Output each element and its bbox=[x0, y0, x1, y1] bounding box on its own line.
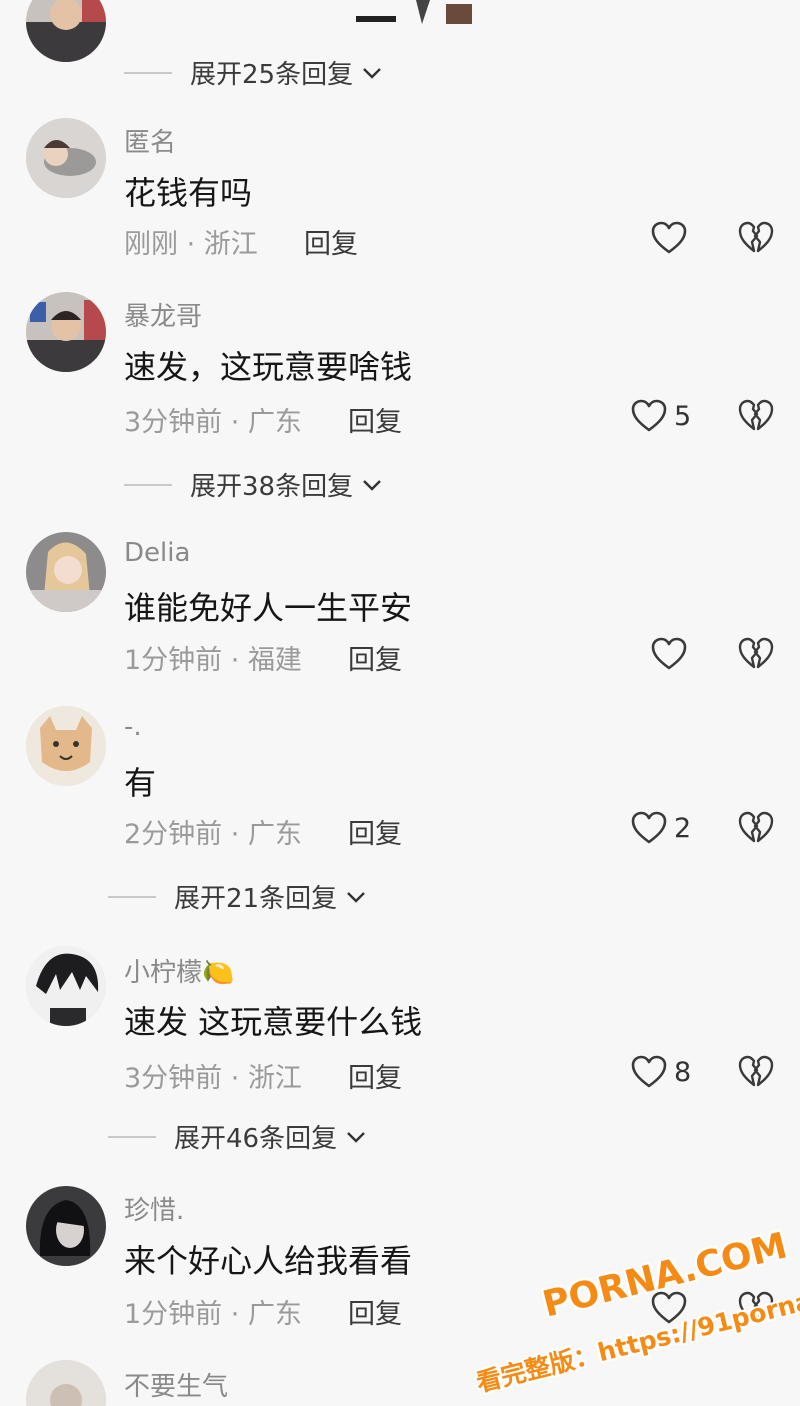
reply-button[interactable]: 回复 bbox=[348, 1292, 402, 1331]
expand-replies[interactable]: 展开38条回复 bbox=[124, 466, 383, 503]
reply-button[interactable]: 回复 bbox=[348, 638, 402, 677]
comment-text: 速发 这玩意要什么钱 bbox=[124, 1003, 423, 1041]
like-button[interactable] bbox=[650, 220, 688, 256]
expand-replies-label: 展开46条回复 bbox=[174, 1124, 338, 1154]
comment-text: 来个好心人给我看看 bbox=[124, 1242, 413, 1280]
comment-meta: 刚刚 · 浙江 bbox=[124, 229, 258, 260]
comment-text: 花钱有吗 bbox=[124, 174, 253, 212]
like-count: 8 bbox=[674, 1056, 692, 1088]
reply-button[interactable]: 回复 bbox=[348, 400, 402, 439]
expand-replies[interactable]: 展开25条回复 bbox=[124, 54, 383, 91]
comment-username[interactable]: 暴龙哥 bbox=[124, 296, 202, 333]
divider-line bbox=[108, 1135, 156, 1138]
like-button[interactable]: 2 bbox=[630, 810, 691, 846]
broken-heart-icon[interactable] bbox=[737, 220, 775, 256]
like-count: 2 bbox=[674, 812, 692, 844]
comment-username[interactable]: 珍惜. bbox=[124, 1190, 184, 1227]
avatar[interactable] bbox=[26, 946, 106, 1026]
heart-outline-icon bbox=[631, 399, 667, 432]
expand-replies-label: 展开25条回复 bbox=[190, 60, 354, 90]
comment-location: 广东 bbox=[247, 1299, 302, 1330]
heart-outline-icon bbox=[631, 811, 667, 844]
expand-replies-label: 展开21条回复 bbox=[174, 884, 338, 914]
chevron-down-icon bbox=[347, 1131, 365, 1143]
like-button[interactable]: 5 bbox=[630, 398, 691, 434]
comment-meta: 2分钟前 · 广东 bbox=[124, 819, 302, 850]
comment-text: 有 bbox=[124, 764, 157, 802]
heart-outline-icon bbox=[651, 637, 687, 670]
comment-text: 谁能免好人一生平安 bbox=[124, 589, 413, 627]
expand-replies[interactable]: 展开46条回复 bbox=[108, 1118, 367, 1155]
like-button[interactable] bbox=[650, 636, 688, 672]
comment-time: 1分钟前 bbox=[124, 645, 223, 676]
like-button[interactable]: 8 bbox=[630, 1054, 691, 1090]
comment-location: 浙江 bbox=[247, 1063, 302, 1094]
comment-time: 刚刚 bbox=[124, 229, 178, 260]
reply-button[interactable]: 回复 bbox=[348, 812, 402, 851]
heart-outline-icon bbox=[631, 1055, 667, 1088]
avatar[interactable] bbox=[26, 118, 106, 198]
comment-time: 3分钟前 bbox=[124, 407, 223, 438]
comment-time: 2分钟前 bbox=[124, 819, 223, 850]
avatar[interactable] bbox=[26, 1186, 106, 1266]
comment-location: 福建 bbox=[247, 645, 302, 676]
comment-location: 浙江 bbox=[203, 229, 258, 260]
comment-time: 3分钟前 bbox=[124, 1063, 223, 1094]
avatar[interactable] bbox=[26, 706, 106, 786]
cropped-graphic bbox=[356, 0, 472, 24]
comment-meta: 1分钟前 · 广东 bbox=[124, 1299, 302, 1330]
comment-meta: 3分钟前 · 浙江 bbox=[124, 1063, 302, 1094]
broken-heart-icon[interactable] bbox=[737, 398, 775, 434]
comment-meta: 3分钟前 · 广东 bbox=[124, 407, 302, 438]
heart-outline-icon bbox=[651, 221, 687, 254]
comment-username[interactable]: 不要生气 bbox=[124, 1366, 228, 1403]
avatar[interactable] bbox=[26, 292, 106, 372]
divider-line bbox=[124, 483, 172, 486]
broken-heart-icon[interactable] bbox=[737, 1054, 775, 1090]
comment-location: 广东 bbox=[247, 819, 302, 850]
comment-text: 速发，这玩意要啥钱 bbox=[124, 348, 413, 386]
comment-username[interactable]: -. bbox=[124, 712, 142, 742]
reply-button[interactable]: 回复 bbox=[348, 1056, 402, 1095]
divider-line bbox=[124, 71, 172, 74]
reply-button[interactable]: 回复 bbox=[304, 222, 358, 261]
comment-location: 广东 bbox=[247, 407, 302, 438]
expand-replies-label: 展开38条回复 bbox=[190, 472, 354, 502]
like-count: 5 bbox=[674, 400, 692, 432]
avatar[interactable] bbox=[26, 1360, 106, 1406]
comment-username[interactable]: 小柠檬🍋 bbox=[124, 952, 234, 989]
comment-time: 1分钟前 bbox=[124, 1299, 223, 1330]
comment-meta: 1分钟前 · 福建 bbox=[124, 645, 302, 676]
chevron-down-icon bbox=[363, 479, 381, 491]
broken-heart-icon[interactable] bbox=[737, 810, 775, 846]
broken-heart-icon[interactable] bbox=[737, 636, 775, 672]
avatar-partial-top[interactable] bbox=[26, 0, 106, 62]
chevron-down-icon bbox=[363, 67, 381, 79]
divider-line bbox=[108, 895, 156, 898]
avatar[interactable] bbox=[26, 532, 106, 612]
expand-replies[interactable]: 展开21条回复 bbox=[108, 878, 367, 915]
chevron-down-icon bbox=[347, 891, 365, 903]
comment-username[interactable]: 匿名 bbox=[124, 122, 176, 159]
comment-username[interactable]: Delia bbox=[124, 538, 190, 568]
